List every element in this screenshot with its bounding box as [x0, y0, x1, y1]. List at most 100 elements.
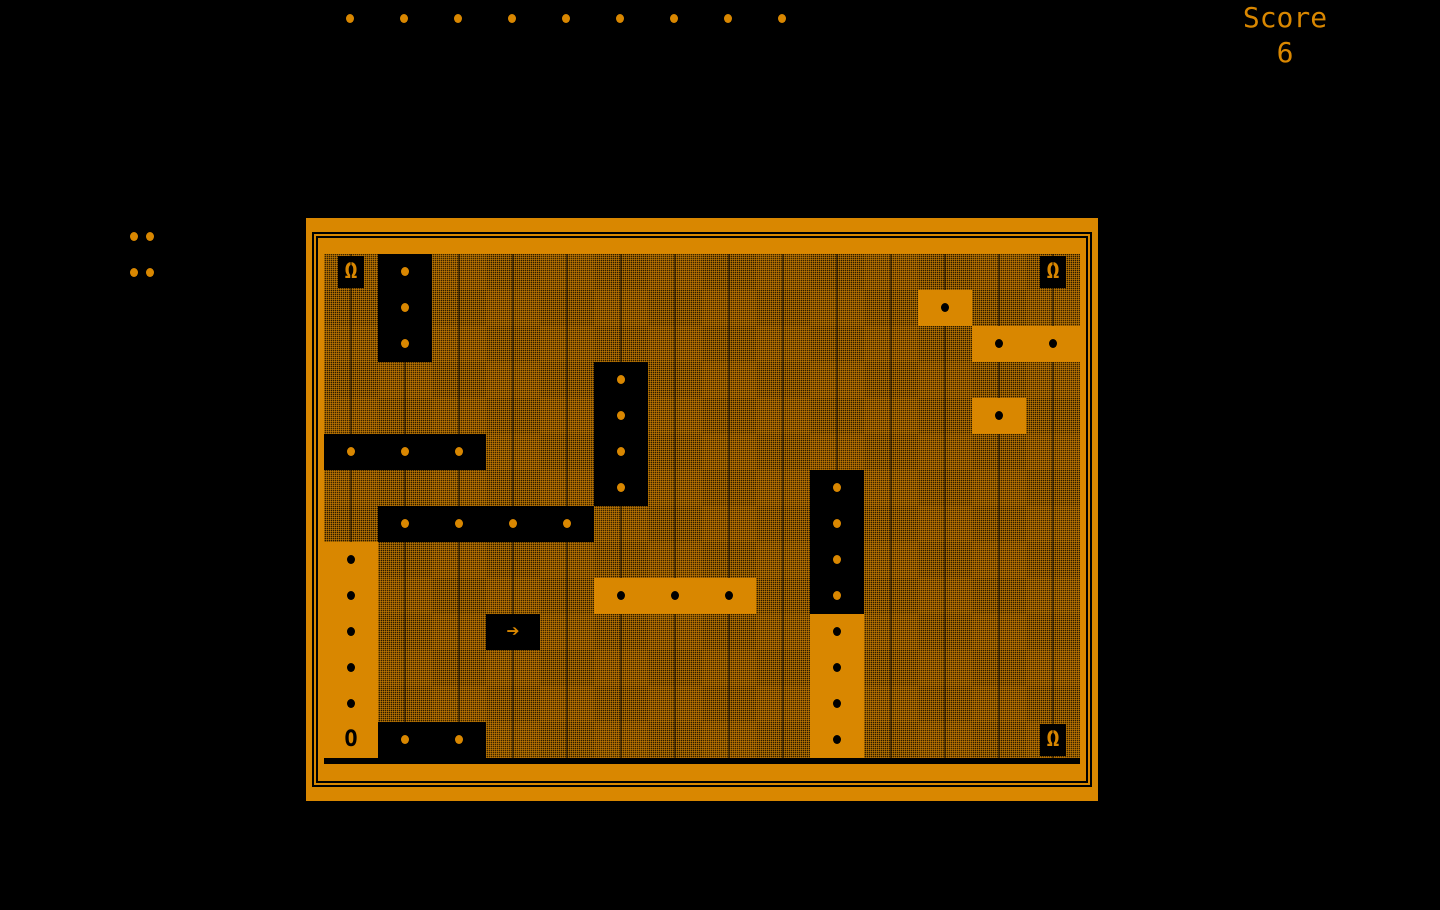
filled-tile-r6-c3[interactable]: [486, 470, 540, 506]
filled-tile-r7-c13[interactable]: [1026, 506, 1080, 542]
filled-tile-r12-c2[interactable]: [432, 686, 486, 722]
lit-path-r13-c0[interactable]: O: [324, 722, 378, 758]
filled-tile-r8-c1[interactable]: [378, 542, 432, 578]
filled-tile-r7-c5[interactable]: [594, 506, 648, 542]
filled-tile-r3-c10[interactable]: [864, 362, 918, 398]
lit-path-r13-c9[interactable]: [810, 722, 864, 758]
lit-path-r10-c0[interactable]: [324, 614, 378, 650]
filled-tile-r0-c0[interactable]: Ω: [324, 254, 378, 290]
filled-tile-r11-c5[interactable]: [594, 650, 648, 686]
filled-tile-r4-c0[interactable]: [324, 398, 378, 434]
lit-path-r1-c11[interactable]: [918, 290, 972, 326]
filled-tile-r8-c5[interactable]: [594, 542, 648, 578]
filled-tile-r1-c10[interactable]: [864, 290, 918, 326]
filled-tile-r2-c0[interactable]: [324, 326, 378, 362]
filled-tile-r0-c3[interactable]: [486, 254, 540, 290]
filled-tile-r12-c5[interactable]: [594, 686, 648, 722]
filled-tile-r3-c4[interactable]: [540, 362, 594, 398]
filled-tile-r6-c0[interactable]: [324, 470, 378, 506]
filled-tile-r3-c2[interactable]: [432, 362, 486, 398]
filled-tile-r3-c1[interactable]: [378, 362, 432, 398]
filled-tile-r8-c3[interactable]: [486, 542, 540, 578]
lit-path-r9-c7[interactable]: [702, 578, 756, 614]
filled-tile-r13-c6[interactable]: [648, 722, 702, 758]
filled-tile-r3-c6[interactable]: [648, 362, 702, 398]
filled-tile-r3-c12[interactable]: [972, 362, 1026, 398]
filled-tile-r12-c3[interactable]: [486, 686, 540, 722]
cleared-path-r7-c4[interactable]: [540, 506, 594, 542]
filled-tile-r5-c9[interactable]: [810, 434, 864, 470]
filled-tile-r2-c7[interactable]: [702, 326, 756, 362]
filled-tile-r11-c7[interactable]: [702, 650, 756, 686]
filled-tile-r5-c7[interactable]: [702, 434, 756, 470]
filled-tile-r13-c10[interactable]: [864, 722, 918, 758]
filled-tile-r10-c11[interactable]: [918, 614, 972, 650]
filled-tile-r12-c4[interactable]: [540, 686, 594, 722]
lit-path-r11-c9[interactable]: [810, 650, 864, 686]
filled-tile-r1-c12[interactable]: [972, 290, 1026, 326]
filled-tile-r7-c7[interactable]: [702, 506, 756, 542]
filled-tile-r4-c2[interactable]: [432, 398, 486, 434]
filled-tile-r7-c12[interactable]: [972, 506, 1026, 542]
filled-tile-r6-c1[interactable]: [378, 470, 432, 506]
filled-tile-r12-c11[interactable]: [918, 686, 972, 722]
filled-tile-r5-c3[interactable]: [486, 434, 540, 470]
filled-tile-r0-c8[interactable]: [756, 254, 810, 290]
filled-tile-r9-c12[interactable]: [972, 578, 1026, 614]
filled-tile-r8-c13[interactable]: [1026, 542, 1080, 578]
cleared-path-r8-c9[interactable]: [810, 542, 864, 578]
filled-tile-r0-c9[interactable]: [810, 254, 864, 290]
filled-tile-r2-c9[interactable]: [810, 326, 864, 362]
filled-tile-r0-c5[interactable]: [594, 254, 648, 290]
cleared-path-r5-c5[interactable]: [594, 434, 648, 470]
filled-tile-r11-c3[interactable]: [486, 650, 540, 686]
filled-tile-r13-c4[interactable]: [540, 722, 594, 758]
filled-tile-r2-c2[interactable]: [432, 326, 486, 362]
lit-path-r9-c0[interactable]: [324, 578, 378, 614]
filled-tile-r3-c9[interactable]: [810, 362, 864, 398]
filled-tile-r3-c0[interactable]: [324, 362, 378, 398]
cleared-path-r5-c0[interactable]: [324, 434, 378, 470]
filled-tile-r6-c7[interactable]: [702, 470, 756, 506]
filled-tile-r10-c8[interactable]: [756, 614, 810, 650]
filled-tile-r0-c4[interactable]: [540, 254, 594, 290]
filled-tile-r0-c7[interactable]: [702, 254, 756, 290]
filled-tile-r5-c10[interactable]: [864, 434, 918, 470]
game-board-grid[interactable]: Ω Ω ➔ O Ω: [324, 254, 1080, 764]
filled-tile-r12-c6[interactable]: [648, 686, 702, 722]
filled-tile-r8-c11[interactable]: [918, 542, 972, 578]
filled-tile-r12-c8[interactable]: [756, 686, 810, 722]
cleared-path-r13-c1[interactable]: [378, 722, 432, 758]
filled-tile-r13-c3[interactable]: [486, 722, 540, 758]
filled-tile-r6-c6[interactable]: [648, 470, 702, 506]
cleared-path-r7-c2[interactable]: [432, 506, 486, 542]
filled-tile-r10-c6[interactable]: [648, 614, 702, 650]
filled-tile-r10-c7[interactable]: [702, 614, 756, 650]
lit-path-r9-c5[interactable]: [594, 578, 648, 614]
filled-tile-r11-c12[interactable]: [972, 650, 1026, 686]
filled-tile-r6-c12[interactable]: [972, 470, 1026, 506]
filled-tile-r12-c10[interactable]: [864, 686, 918, 722]
filled-tile-r11-c13[interactable]: [1026, 650, 1080, 686]
filled-tile-r1-c2[interactable]: [432, 290, 486, 326]
filled-tile-r10-c2[interactable]: [432, 614, 486, 650]
filled-tile-r0-c10[interactable]: [864, 254, 918, 290]
cleared-path-r9-c9[interactable]: [810, 578, 864, 614]
filled-tile-r9-c11[interactable]: [918, 578, 972, 614]
filled-tile-r12-c12[interactable]: [972, 686, 1026, 722]
filled-tile-r6-c13[interactable]: [1026, 470, 1080, 506]
filled-tile-r6-c4[interactable]: [540, 470, 594, 506]
filled-tile-r0-c2[interactable]: [432, 254, 486, 290]
filled-tile-r8-c6[interactable]: [648, 542, 702, 578]
filled-tile-r4-c1[interactable]: [378, 398, 432, 434]
filled-tile-r11-c2[interactable]: [432, 650, 486, 686]
filled-tile-r1-c7[interactable]: [702, 290, 756, 326]
filled-tile-r11-c10[interactable]: [864, 650, 918, 686]
filled-tile-r9-c1[interactable]: [378, 578, 432, 614]
filled-tile-r2-c11[interactable]: [918, 326, 972, 362]
filled-tile-r2-c5[interactable]: [594, 326, 648, 362]
cleared-path-r6-c9[interactable]: [810, 470, 864, 506]
filled-tile-r5-c6[interactable]: [648, 434, 702, 470]
filled-tile-r2-c6[interactable]: [648, 326, 702, 362]
filled-tile-r0-c6[interactable]: [648, 254, 702, 290]
